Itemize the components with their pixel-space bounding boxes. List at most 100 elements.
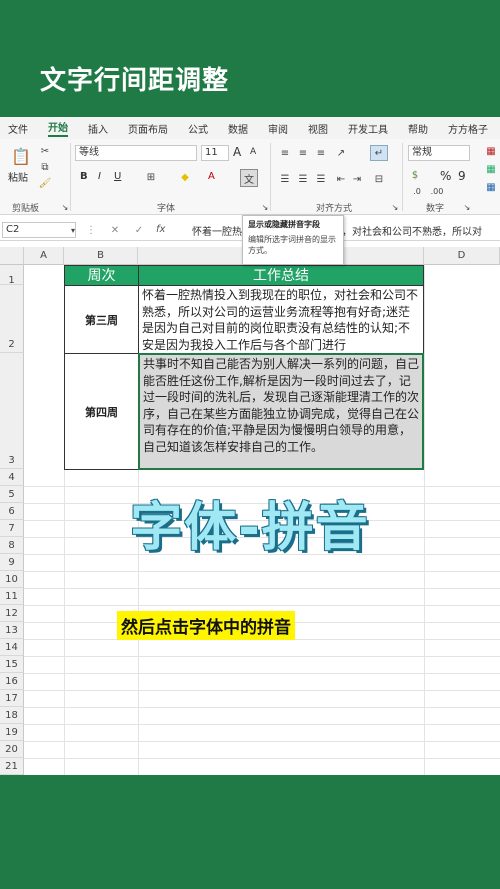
row-header-19[interactable]: 19 xyxy=(0,724,24,741)
alignment-launcher-icon[interactable]: ↘ xyxy=(388,201,402,213)
header-week-cell[interactable]: 周次 xyxy=(64,265,139,286)
phonetic-guide-icon[interactable]: 文 xyxy=(240,169,258,187)
week-cell-row3[interactable]: 第四周 xyxy=(64,353,139,470)
excel-window: 文件 开始 插入 页面布局 公式 数据 审阅 视图 开发工具 帮助 方方格子 D… xyxy=(0,117,500,775)
tooltip-description: 编辑所选字词拼音的显示方式。 xyxy=(248,235,336,255)
alignment-group-label: 对齐方式 xyxy=(316,204,353,214)
insert-function-button[interactable]: fx xyxy=(156,224,165,235)
row-header-21[interactable]: 21 xyxy=(0,758,24,775)
page-title: 文字行间距调整 xyxy=(40,66,230,96)
tab-help[interactable]: 帮助 xyxy=(408,121,428,136)
align-middle-icon[interactable]: ≡ xyxy=(296,147,310,159)
table-format-icon[interactable]: ▦ xyxy=(484,163,498,175)
gridline xyxy=(24,758,500,759)
row-header-2[interactable]: 2 xyxy=(0,285,24,353)
column-header-a[interactable]: A xyxy=(24,247,64,265)
gridline xyxy=(24,690,500,691)
cell-style-icon[interactable]: ▦ xyxy=(484,181,498,193)
row-header-3[interactable]: 3 xyxy=(0,353,24,469)
font-color-button[interactable]: A xyxy=(208,171,215,182)
chevron-down-icon[interactable]: ▾ xyxy=(66,224,80,236)
tab-formulas[interactable]: 公式 xyxy=(188,121,208,136)
row-header-11[interactable]: 11 xyxy=(0,588,24,605)
summary-cell-row2[interactable]: 怀着一腔热情投入到我现在的职位，对社会和公司不熟悉，所以对公司的运营业务流程等抱… xyxy=(138,285,424,354)
bold-button[interactable]: B xyxy=(80,171,88,182)
name-box[interactable]: C2 xyxy=(2,222,76,238)
align-top-icon[interactable]: ≡ xyxy=(278,147,292,159)
tab-home[interactable]: 开始 xyxy=(48,119,68,137)
column-header-b[interactable]: B xyxy=(64,247,138,265)
row-header-4[interactable]: 4 xyxy=(0,469,24,486)
gridline xyxy=(24,588,500,589)
font-name-select[interactable]: 等线 xyxy=(75,145,197,161)
tooltip-title: 显示或隐藏拼音字段 xyxy=(248,220,320,229)
align-left-icon[interactable]: ☰ xyxy=(278,173,292,185)
merge-center-icon[interactable]: ⊟ xyxy=(372,173,386,185)
overlay-big-title: 字体-拼音 xyxy=(130,498,370,558)
row-header-18[interactable]: 18 xyxy=(0,707,24,724)
align-center-icon[interactable]: ☰ xyxy=(296,173,310,185)
tab-page-layout[interactable]: 页面布局 xyxy=(128,121,168,136)
cancel-icon[interactable]: ✕ xyxy=(108,224,122,236)
spreadsheet-grid: A B C D 1 2 3 4 5 6 7 8 9 10 11 12 13 14… xyxy=(0,247,500,775)
orientation-icon[interactable]: ↗ xyxy=(334,147,348,159)
align-right-icon[interactable]: ☰ xyxy=(314,173,328,185)
paste-icon[interactable]: 📋 xyxy=(10,145,32,167)
shrink-font-button[interactable]: A xyxy=(250,147,256,157)
italic-button[interactable]: I xyxy=(98,171,101,182)
more-icon: ⋮ xyxy=(86,224,96,236)
row-header-16[interactable]: 16 xyxy=(0,673,24,690)
decrease-indent-icon[interactable]: ⇤ xyxy=(334,173,348,185)
row-header-17[interactable]: 17 xyxy=(0,690,24,707)
clipboard-group-label: 剪贴板 xyxy=(12,204,40,214)
row-header-10[interactable]: 10 xyxy=(0,571,24,588)
gridline xyxy=(24,571,500,572)
gridline xyxy=(24,605,500,606)
select-all-corner[interactable] xyxy=(0,247,24,265)
cut-icon[interactable]: ✂ xyxy=(38,145,52,157)
summary-cell-row3[interactable]: 共事时不知自己能否为别人解决一系列的问题，自己能否胜任这份工作,解析是因为一段时… xyxy=(138,353,424,470)
percent-button[interactable]: % xyxy=(440,169,451,183)
grow-font-button[interactable]: A xyxy=(233,145,241,159)
tab-fangfanggezi[interactable]: 方方格子 xyxy=(448,121,488,136)
week-cell-row2[interactable]: 第三周 xyxy=(64,285,139,354)
gridline xyxy=(24,707,500,708)
enter-icon[interactable]: ✓ xyxy=(132,224,146,236)
row-header-1[interactable]: 1 xyxy=(0,265,24,286)
number-launcher-icon[interactable]: ↘ xyxy=(460,201,474,213)
column-header-d[interactable]: D xyxy=(424,247,500,265)
fill-color-icon[interactable]: ◆ xyxy=(178,171,192,183)
number-format-select[interactable]: 常规 xyxy=(408,145,470,161)
copy-icon[interactable]: ⧉ xyxy=(38,161,52,173)
row-header-13[interactable]: 13 xyxy=(0,622,24,639)
decrease-decimal-icon[interactable]: .00 xyxy=(430,185,444,197)
format-painter-icon[interactable]: 🖌 xyxy=(38,177,52,189)
align-bottom-icon[interactable]: ≡ xyxy=(314,147,328,159)
increase-decimal-icon[interactable]: .0 xyxy=(410,185,424,197)
tab-insert[interactable]: 插入 xyxy=(88,121,108,136)
tab-review[interactable]: 审阅 xyxy=(268,121,288,136)
tab-view[interactable]: 视图 xyxy=(308,121,328,136)
font-size-select[interactable]: 11 xyxy=(201,145,229,161)
paste-button[interactable]: 粘贴 xyxy=(8,169,28,184)
separator xyxy=(402,143,403,211)
font-group-label: 字体 xyxy=(157,204,176,214)
conditional-format-icon[interactable]: ▦ xyxy=(484,145,498,157)
tab-data[interactable]: 数据 xyxy=(228,121,248,136)
underline-button[interactable]: U xyxy=(114,171,121,182)
separator xyxy=(270,143,271,211)
increase-indent-icon[interactable]: ⇥ xyxy=(350,173,364,185)
currency-icon[interactable]: $ xyxy=(408,169,422,181)
overlay-caption: 然后点击字体中的拼音 xyxy=(117,611,295,640)
row-header-20[interactable]: 20 xyxy=(0,741,24,758)
header-summary-cell[interactable]: 工作总结 xyxy=(138,265,424,286)
wrap-text-icon[interactable]: ↵ xyxy=(370,145,388,161)
comma-style-button[interactable]: 9 xyxy=(458,169,466,183)
border-icon[interactable]: ⊞ xyxy=(144,171,158,183)
tab-developer[interactable]: 开发工具 xyxy=(348,121,388,136)
row-header-12[interactable]: 12 xyxy=(0,605,24,622)
separator xyxy=(70,143,71,211)
row-header-15[interactable]: 15 xyxy=(0,656,24,673)
tab-file[interactable]: 文件 xyxy=(8,121,28,136)
row-header-14[interactable]: 14 xyxy=(0,639,24,656)
